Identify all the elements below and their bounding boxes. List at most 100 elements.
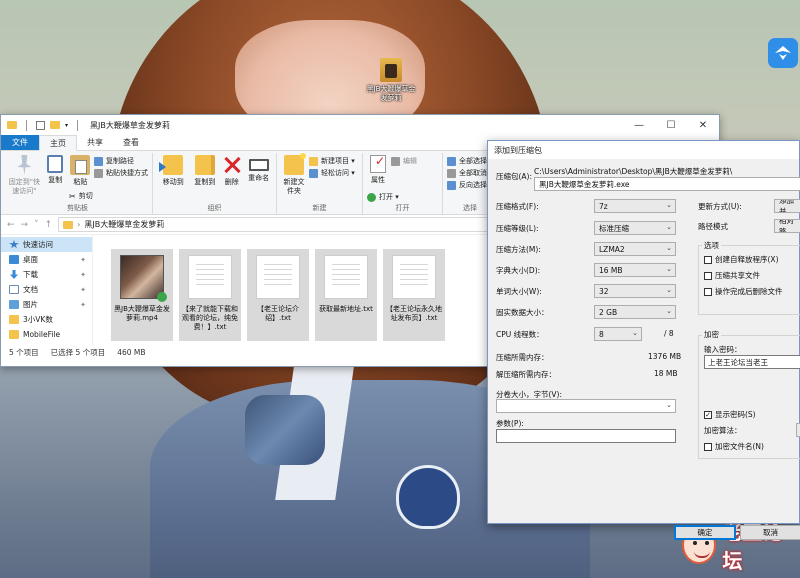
select-all-button[interactable]: 全部选择 [447, 156, 487, 166]
new-folder-button[interactable]: 新建文件夹 [281, 153, 307, 203]
cancel-button[interactable]: 取消 [740, 525, 800, 540]
easy-access-button[interactable]: 轻松访问 ▾ [309, 168, 355, 178]
new-item-button[interactable]: 新建项目 ▾ [309, 156, 355, 166]
tab-file[interactable]: 文件 [1, 135, 39, 150]
cpu-threads-select[interactable]: 8 ⌄ [594, 327, 642, 341]
tab-share[interactable]: 共享 [77, 135, 113, 150]
sidebar-item-documents[interactable]: 文档 ✦ [1, 282, 92, 297]
easy-access-icon [309, 168, 318, 178]
file-name: 【来了就能下载和观看的论坛，纯免费！】.txt [182, 305, 238, 331]
word-size-select[interactable]: 32 ⌄ [594, 284, 676, 298]
paste-shortcut-label: 粘贴快捷方式 [106, 169, 148, 177]
select-none-label: 全部取消 [459, 169, 487, 177]
dropdown-icon[interactable]: ▾ [65, 122, 68, 129]
paste-shortcut-button[interactable]: 粘贴快捷方式 [94, 168, 148, 178]
tab-home[interactable]: 主页 [39, 135, 77, 151]
document-icon [9, 285, 19, 294]
sidebar-item-label: 图片 [23, 300, 38, 309]
sidebar-item-pictures[interactable]: 图片 ✦ [1, 297, 92, 312]
solid-size-select[interactable]: 2 GB ⌄ [594, 305, 676, 319]
dialog-body: 压缩包(A): C:\Users\Administrator\Desktop\黑… [488, 159, 800, 540]
copy-to-button[interactable]: 复制到 [192, 153, 219, 203]
checkbox-box [704, 442, 712, 451]
properties-icon [370, 155, 386, 173]
archive-name-input[interactable]: 黑JB大鞭爆草金发萝莉.exe [534, 177, 800, 191]
edit-icon [391, 156, 400, 166]
delete-label: 删除 [224, 178, 239, 186]
parameters-input[interactable] [496, 429, 676, 443]
method-select[interactable]: LZMA2 ⌄ [594, 242, 676, 256]
open-button[interactable]: 打开 ▾ [367, 192, 438, 202]
encryption-method-select[interactable] [796, 423, 800, 437]
folder-icon [7, 121, 17, 129]
chevron-down-icon: ⌄ [666, 401, 672, 409]
copy-button[interactable]: 复制 [44, 153, 67, 205]
minimize-icon[interactable]: — [623, 115, 655, 135]
new-group-label: 新建 [312, 204, 327, 212]
delete-after-checkbox[interactable]: 操作完成后删除文件 [704, 286, 783, 297]
file-item[interactable]: 【老王论坛介绍】.txt [247, 249, 309, 341]
sidebar-item-label: MobileFile [23, 330, 61, 339]
encryption-method-label: 加密算法： [704, 426, 742, 435]
delete-button[interactable]: 删除 [220, 153, 243, 203]
file-item[interactable]: 黑JB大鞭爆草金发萝莉.mp4 [111, 249, 173, 341]
sidebar-item-folder[interactable]: 3小VK数 [1, 312, 92, 327]
sidebar-item-quick-access[interactable]: 快速访问 [1, 237, 92, 252]
file-item[interactable]: 【老王论坛永久地址发布页】.txt [383, 249, 445, 341]
close-icon[interactable]: ✕ [687, 115, 719, 135]
create-sfx-checkbox[interactable]: 创建自释放程序(X) [704, 254, 779, 265]
delete-icon [222, 155, 242, 175]
update-mode-select[interactable]: 添加并 [774, 199, 800, 213]
copy-path-button[interactable]: 复制路径 [94, 156, 148, 166]
rename-button[interactable]: 重命名 [245, 153, 272, 203]
bird-app-icon[interactable] [768, 38, 798, 68]
back-icon[interactable]: ← [7, 220, 15, 230]
file-item[interactable]: 【来了就能下载和观看的论坛，纯免费！】.txt [179, 249, 241, 341]
open-group-label: 打开 [395, 204, 410, 212]
compress-shared-checkbox[interactable]: 压缩共享文件 [704, 270, 760, 281]
sidebar-item-downloads[interactable]: 下载 ✦ [1, 267, 92, 282]
show-password-checkbox[interactable]: ✓ 显示密码(S) [704, 409, 756, 420]
sidebar-item-desktop[interactable]: 桌面 ✦ [1, 252, 92, 267]
encrypt-filenames-checkbox[interactable]: 加密文件名(N) [704, 441, 764, 452]
compress-shared-label: 压缩共享文件 [715, 271, 760, 280]
edit-button[interactable]: 编辑 [391, 156, 417, 166]
forward-icon[interactable]: → [21, 220, 29, 230]
sidebar-item-folder[interactable]: MobileFile [1, 327, 92, 342]
encrypt-filenames-label: 加密文件名(N) [715, 442, 764, 451]
tab-view[interactable]: 查看 [113, 135, 149, 150]
copy-label: 复制 [48, 176, 63, 184]
new-item-label: 新建项目 ▾ [321, 157, 355, 165]
sidebar-item-label: 桌面 [23, 255, 38, 264]
move-to-icon [159, 155, 184, 175]
memory-decompress-label: 解压缩所需内存： [496, 370, 556, 379]
recent-dropdown-icon[interactable]: ˅ [34, 220, 39, 230]
update-mode-value: 添加并 [779, 199, 794, 213]
cut-button[interactable]: ✂ 剪切 [69, 191, 148, 201]
maximize-icon[interactable]: ☐ [655, 115, 687, 135]
properties-quick-icon[interactable] [36, 120, 45, 130]
easy-access-label: 轻松访问 ▾ [321, 169, 355, 177]
dictionary-select[interactable]: 16 MB ⌄ [594, 263, 676, 277]
format-select[interactable]: 7z ⌄ [594, 199, 676, 213]
desktop-folder-icon[interactable]: 黑JB大鞭爆草金发萝莉 [365, 58, 417, 103]
pin-quick-access-button[interactable]: 固定到"快速访问" [7, 153, 42, 205]
file-name: 【老王论坛永久地址发布页】.txt [386, 305, 442, 322]
select-none-button[interactable]: 全部取消 [447, 168, 487, 178]
password-input[interactable]: 上老王论坛当老王 [704, 355, 800, 369]
folder-icon [63, 220, 74, 229]
file-item[interactable]: 获取最新地址.txt [315, 249, 377, 341]
new-folder-quick-icon[interactable] [50, 121, 60, 129]
up-icon[interactable]: ↑ [45, 220, 53, 230]
split-size-select[interactable]: ⌄ [496, 399, 676, 413]
memory-compress-value: 1376 MB [648, 352, 682, 361]
new-group: 新建文件夹 新建项目 ▾ 轻松访问 ▾ 新建 [277, 153, 363, 214]
star-icon [9, 240, 19, 249]
path-mode-select[interactable]: 相对路 [774, 219, 800, 233]
level-select[interactable]: 标准压缩 ⌄ [594, 221, 676, 235]
ok-button[interactable]: 确定 [674, 525, 736, 540]
invert-selection-button[interactable]: 反向选择 [447, 180, 487, 190]
move-to-button[interactable]: 移动到 [157, 153, 190, 203]
sidebar-item-label: 下载 [23, 270, 38, 279]
download-icon [10, 270, 18, 279]
